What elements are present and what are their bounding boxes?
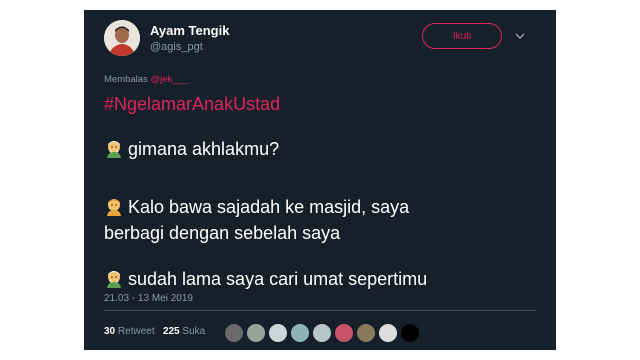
tweet-line-text: berbagi dengan sebelah saya <box>104 223 341 243</box>
liker-avatar[interactable] <box>268 323 288 343</box>
tweet-line: gimana akhlakmu? <box>104 138 279 160</box>
like-count: 225 <box>162 326 180 337</box>
older-man-emoji-icon <box>104 268 124 288</box>
tweet-line-text: sudah lama saya cari umat sepertimu <box>128 269 428 289</box>
avatar[interactable] <box>104 20 140 56</box>
reply-prefix: Membalas <box>104 74 148 85</box>
liker-avatar[interactable] <box>246 323 266 343</box>
tweet-header: Ayam Tengik @agis_pgt Ikuti <box>84 10 556 72</box>
liker-avatar[interactable] <box>400 323 420 343</box>
avatar-image <box>104 20 140 56</box>
tweet-stats: 30 Retweet 225 Suka <box>104 326 205 337</box>
liker-avatar[interactable] <box>378 323 398 343</box>
chevron-down-icon[interactable] <box>514 30 526 42</box>
tweet-line-text: gimana akhlakmu? <box>128 139 280 159</box>
tweet-timestamp[interactable]: 21.03 - 13 Mei 2019 <box>104 293 193 304</box>
follow-button[interactable]: Ikuti <box>422 23 502 49</box>
tweet-line: berbagi dengan sebelah saya <box>104 222 340 244</box>
man-emoji-icon <box>104 196 124 216</box>
like-label: Suka <box>182 326 206 337</box>
liker-avatar[interactable] <box>312 323 332 343</box>
like-stat[interactable]: 225 Suka <box>163 326 205 337</box>
tweet-card: Ayam Tengik @agis_pgt Ikuti Membalas @je… <box>84 10 556 350</box>
retweet-count: 30 <box>104 326 116 337</box>
liker-avatar[interactable] <box>290 323 310 343</box>
reply-mention-link[interactable]: @jek___ <box>150 74 188 85</box>
divider <box>104 310 536 311</box>
tweet-line: sudah lama saya cari umat sepertimu <box>104 268 427 290</box>
hashtag-link[interactable]: #NgelamarAnakUstad <box>104 94 280 115</box>
liker-avatars <box>224 323 422 343</box>
liker-avatar[interactable] <box>356 323 376 343</box>
older-man-emoji-icon <box>104 138 124 158</box>
reply-context: Membalas @jek___ <box>104 74 188 85</box>
tweet-line: Kalo bawa sajadah ke masjid, saya <box>104 196 409 218</box>
tweet-line-text: Kalo bawa sajadah ke masjid, saya <box>128 197 410 217</box>
retweet-stat[interactable]: 30 Retweet <box>104 326 155 337</box>
user-handle[interactable]: @agis_pgt <box>150 41 203 53</box>
liker-avatar[interactable] <box>334 323 354 343</box>
retweet-label: Retweet <box>117 326 155 337</box>
display-name[interactable]: Ayam Tengik <box>150 23 229 38</box>
liker-avatar[interactable] <box>224 323 244 343</box>
